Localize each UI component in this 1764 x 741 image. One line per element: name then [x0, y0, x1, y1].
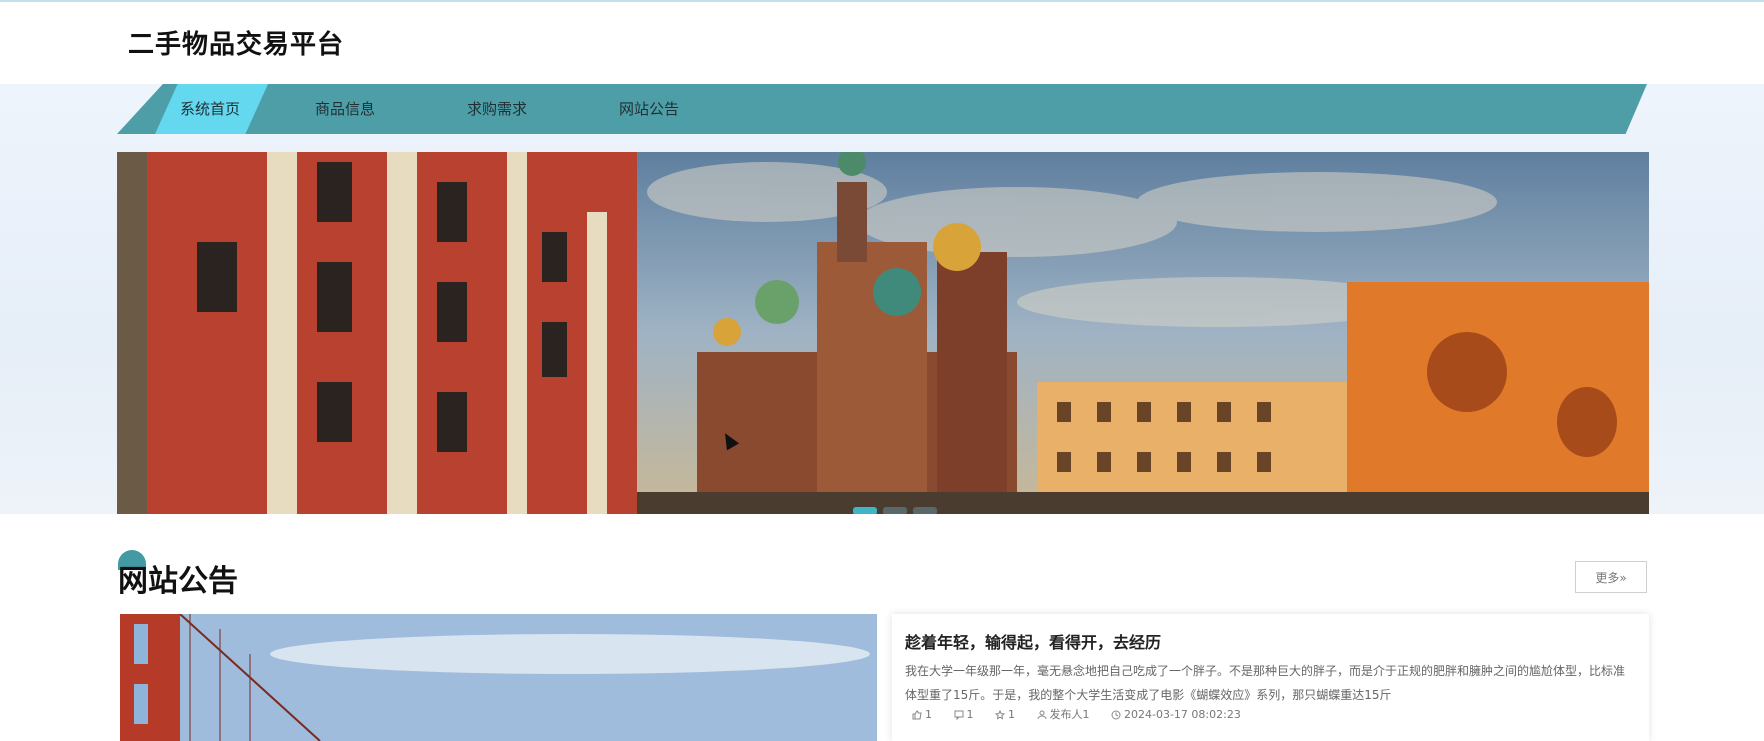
favorites[interactable]: 1: [994, 708, 1019, 721]
bridge-image: [120, 614, 877, 741]
user-icon: [1037, 710, 1046, 720]
carousel-dots: [853, 500, 943, 514]
section-title: 网站公告: [118, 564, 238, 599]
nav-item-products[interactable]: 商品信息: [315, 84, 375, 134]
banner-image: [117, 152, 1649, 514]
clock-icon: [1111, 710, 1121, 720]
notice-image[interactable]: [120, 614, 877, 741]
likes[interactable]: 1: [912, 708, 936, 721]
favorites-count: 1: [1008, 708, 1015, 721]
comments-count: 1: [966, 708, 974, 721]
comments[interactable]: 1: [954, 708, 978, 721]
likes-count: 1: [925, 708, 932, 721]
publish-date-text: 2024-03-17 08:02:23: [1124, 708, 1241, 721]
notice-title[interactable]: 趁着年轻，输得起，看得开，去经历: [905, 629, 1161, 653]
more-button[interactable]: 更多»: [1575, 561, 1647, 593]
publish-date: 2024-03-17 08:02:23: [1111, 708, 1241, 721]
comment-icon: [954, 710, 963, 721]
carousel-dot[interactable]: [883, 507, 907, 514]
notice-body: 我在大学一年级那一年，毫无悬念地把自己吃成了一个胖子。不是那种巨大的胖子，而是介…: [905, 664, 1626, 702]
nav-item-home[interactable]: 系统首页: [180, 84, 240, 134]
carousel-dot[interactable]: [853, 507, 877, 514]
publisher: 发布人1: [1037, 708, 1094, 721]
nav-item-announcements[interactable]: 网站公告: [619, 84, 679, 134]
notice-card[interactable]: 趁着年轻，输得起，看得开，去经历 我在大学一年级那一年，毫无悬念地把自己吃成了一…: [892, 614, 1649, 741]
publisher-name: 发布人1: [1049, 708, 1090, 721]
thumbs-up-icon: [912, 710, 922, 720]
carousel-banner[interactable]: [117, 152, 1649, 514]
star-icon: [994, 709, 1006, 720]
carousel-dot[interactable]: [913, 507, 937, 514]
site-header: 二手物品交易平台: [0, 2, 1764, 84]
notice-meta: 1 1 1 发布人1 2024-03-17 08:02:23: [912, 706, 1259, 722]
nav-item-requests[interactable]: 求购需求: [467, 84, 527, 134]
site-title: 二手物品交易平台: [128, 30, 345, 60]
